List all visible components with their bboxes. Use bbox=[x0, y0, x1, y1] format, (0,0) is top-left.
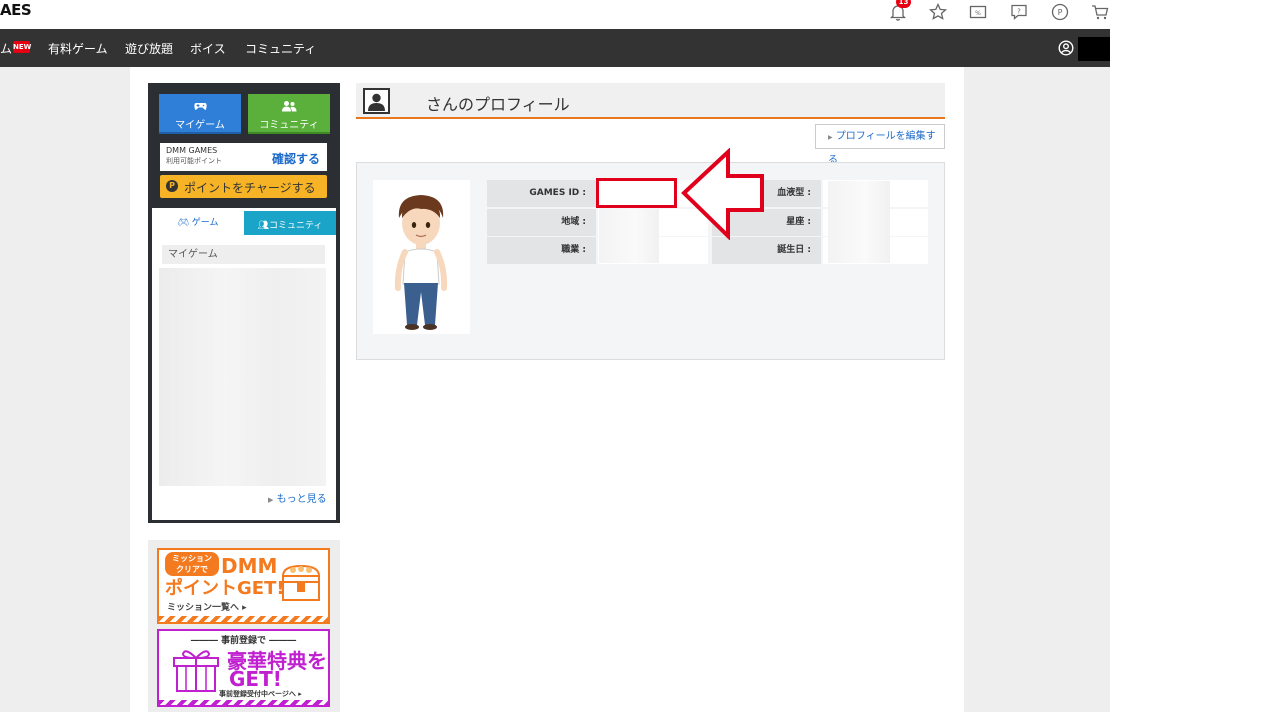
avatar bbox=[373, 180, 470, 334]
mygame-heading: マイゲーム bbox=[162, 245, 325, 264]
check-points-link[interactable]: 確認する bbox=[272, 150, 320, 167]
profile-title: さんのプロフィール bbox=[426, 95, 570, 114]
more-link[interactable]: ▶ もっと見る bbox=[268, 490, 327, 505]
points-subtitle: 利用可能ポイント bbox=[166, 157, 222, 165]
mygame-button[interactable]: マイゲーム bbox=[159, 94, 241, 134]
points-title: DMM GAMES bbox=[166, 146, 218, 155]
top-bar: AES 13 % ? P bbox=[0, 0, 1110, 29]
svg-text:%: % bbox=[975, 10, 981, 17]
region-label: 地域 : bbox=[487, 209, 596, 236]
help-icon[interactable]: ? bbox=[1009, 2, 1029, 22]
caret-right-icon: ▶ bbox=[268, 496, 274, 504]
mygame-button-label: マイゲーム bbox=[175, 120, 225, 131]
tab-community-label: 👥︎コミュニティ bbox=[244, 218, 336, 231]
tab-game-text: ゲーム bbox=[191, 218, 219, 228]
site-logo[interactable]: AES bbox=[0, 1, 32, 19]
points-box: DMM GAMES 利用可能ポイント 確認する bbox=[160, 143, 327, 171]
mission-banner-stripe bbox=[159, 616, 328, 622]
tab-community[interactable]: 👥︎コミュニティ bbox=[244, 211, 336, 235]
user-account-icon[interactable] bbox=[1058, 40, 1074, 56]
preregister-banner-stripe bbox=[159, 700, 328, 705]
gamepad-icon bbox=[194, 103, 207, 110]
ticket-icon[interactable]: % bbox=[968, 2, 988, 22]
svg-text:?: ? bbox=[1017, 8, 1021, 16]
star-icon[interactable] bbox=[928, 2, 948, 22]
new-badge: NEW bbox=[13, 41, 32, 53]
community-button[interactable]: コミュニティ bbox=[248, 94, 330, 134]
nav-item-paid-games[interactable]: 有料ゲーム bbox=[48, 40, 108, 57]
cart-icon[interactable] bbox=[1090, 2, 1110, 22]
point-coin-icon: P bbox=[166, 180, 178, 192]
gamepad-icon: 🎮︎ bbox=[177, 218, 189, 228]
preregister-banner[interactable]: ――― 事前登録で ――― 豪華特典を GET! 事前登録受付中ページへ ▸ bbox=[157, 629, 330, 707]
redacted-values-left bbox=[599, 209, 659, 263]
job-label: 職業 : bbox=[487, 237, 596, 264]
person-icon bbox=[363, 88, 390, 114]
users-icon bbox=[282, 101, 297, 112]
nav-item-unlimited[interactable]: 遊び放題 bbox=[125, 40, 173, 57]
redacted-values-right bbox=[828, 181, 890, 263]
more-link-label: もっと見る bbox=[276, 494, 327, 505]
charge-points-label: ポイントをチャージする bbox=[184, 181, 316, 195]
avatar-illustration bbox=[394, 195, 448, 330]
users-icon: 👥︎ bbox=[257, 221, 269, 231]
games-id-highlight bbox=[596, 178, 677, 208]
tab-game[interactable]: 🎮︎ ゲーム bbox=[152, 208, 244, 235]
nav-item-game[interactable]: ム bbox=[0, 40, 12, 57]
birthday-label: 誕生日 : bbox=[712, 237, 821, 264]
point-icon[interactable]: P bbox=[1050, 2, 1070, 22]
mission-banner-headline: ポイントGET! bbox=[165, 578, 285, 599]
preregister-banner-headline2: GET! bbox=[229, 667, 282, 691]
nav-item-community[interactable]: コミュニティ bbox=[245, 40, 316, 57]
mission-tag: ミッション クリアで bbox=[165, 552, 219, 576]
nav-item-voice[interactable]: ボイス bbox=[190, 40, 226, 57]
mygame-list-redacted bbox=[159, 268, 326, 486]
gift-box-icon bbox=[173, 650, 219, 692]
community-button-label: コミュニティ bbox=[259, 120, 319, 131]
edit-profile-button[interactable]: ▶ プロフィールを編集する bbox=[815, 124, 945, 166]
mission-tag-line1: ミッション bbox=[172, 554, 212, 563]
preregister-banner-link: 事前登録受付中ページへ ▸ bbox=[219, 690, 302, 698]
tab-game-label: 🎮︎ ゲーム bbox=[152, 215, 244, 228]
mission-banner-link: ミッション一覧へ ▸ bbox=[167, 603, 247, 613]
games-id-label: GAMES ID : bbox=[487, 180, 596, 207]
main-nav: ム NEW 有料ゲーム 遊び放題 ボイス コミュニティ bbox=[0, 29, 1110, 67]
redacted-username bbox=[1078, 37, 1110, 61]
mission-banner[interactable]: ミッション クリアで DMM ポイントGET! ミッション一覧へ ▸ bbox=[157, 548, 330, 624]
notification-badge: 13 bbox=[896, 0, 911, 8]
charge-points-button[interactable]: P ポイントをチャージする bbox=[160, 175, 327, 198]
left-arrow-icon bbox=[681, 148, 764, 240]
treasure-chest-icon bbox=[281, 564, 321, 601]
svg-text:P: P bbox=[1058, 8, 1063, 17]
caret-right-icon: ▶ bbox=[828, 134, 833, 141]
tab-community-text: コミュニティ bbox=[268, 221, 323, 231]
screen: AES 13 % ? P ム NEW 有料ゲーム 遊び放題 ボイス コミュニティ… bbox=[0, 0, 1110, 712]
